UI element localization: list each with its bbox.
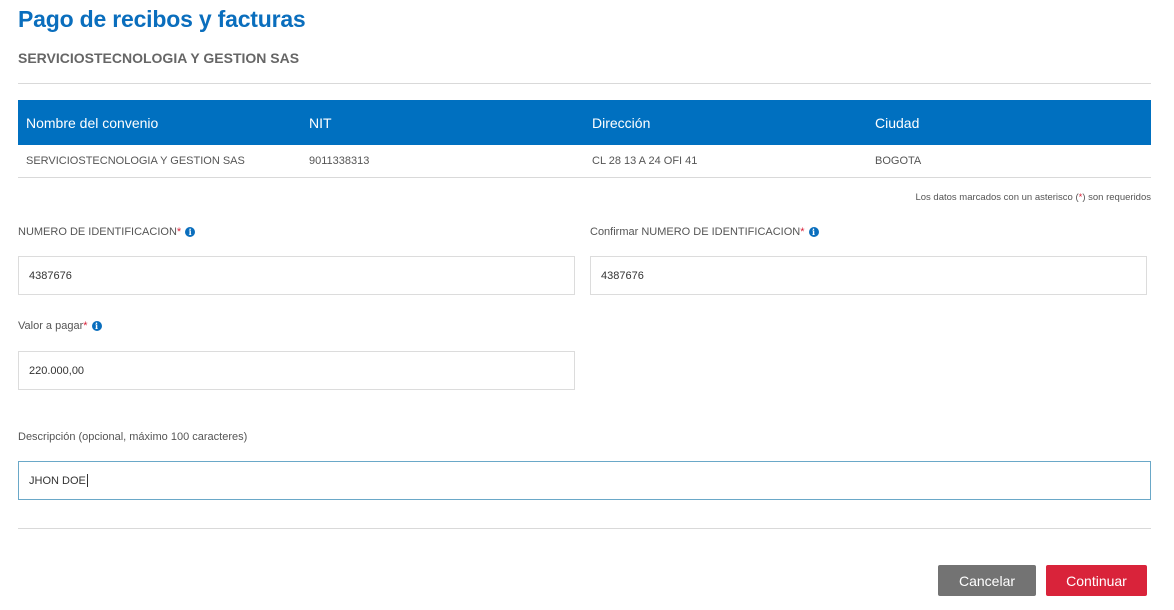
table-header: Nombre del convenio NIT Dirección Ciudad [18, 100, 1151, 145]
info-icon[interactable]: i [91, 321, 102, 331]
cell-address: CL 28 13 A 24 OFI 41 [592, 155, 698, 167]
cancel-button[interactable]: Cancelar [938, 565, 1036, 596]
required-asterisk: * [83, 320, 88, 332]
description-input-value: JHON DOE [29, 474, 86, 487]
column-header-city: Ciudad [875, 114, 920, 131]
text-caret [86, 474, 88, 487]
amount-input[interactable]: 220.000,00 [18, 351, 575, 390]
company-subtitle: SERVICIOSTECNOLOGIA Y GESTION SAS [18, 50, 300, 66]
id-number-input[interactable]: 4387676 [18, 256, 575, 295]
cell-nit: 9011338313 [309, 155, 370, 167]
page-title: Pago de recibos y facturas [18, 6, 306, 32]
column-header-nit: NIT [309, 114, 332, 131]
confirm-id-number-label: Confirmar NUMERO DE IDENTIFICACION * i [590, 226, 819, 238]
required-asterisk: * [176, 226, 182, 238]
column-header-address: Dirección [592, 114, 651, 131]
agreement-table: Nombre del convenio NIT Dirección Ciudad… [18, 100, 1151, 178]
amount-label: Valor a pagar * i [18, 320, 102, 332]
continue-button[interactable]: Continuar [1046, 565, 1147, 596]
divider [18, 528, 1151, 529]
id-number-label: NUMERO DE IDENTIFICACION * i [18, 226, 196, 238]
id-number-label-text: NUMERO DE IDENTIFICACION [18, 226, 177, 238]
required-fields-note: Los datos marcados con un asterisco (*) … [915, 192, 1151, 203]
amount-label-text: Valor a pagar [18, 320, 84, 332]
column-header-agreement-name: Nombre del convenio [26, 114, 159, 131]
info-icon[interactable]: i [808, 227, 819, 237]
required-asterisk: * [800, 226, 805, 238]
confirm-id-number-input[interactable]: 4387676 [590, 256, 1147, 295]
payment-page: Pago de recibos y facturas SERVICIOSTECN… [0, 0, 1174, 610]
required-note-text-after: ) son requeridos [1082, 192, 1151, 203]
confirm-id-number-label-text: Confirmar NUMERO DE IDENTIFICACION [590, 226, 801, 238]
cell-agreement-name: SERVICIOSTECNOLOGIA Y GESTION SAS [26, 155, 245, 167]
table-row: SERVICIOSTECNOLOGIA Y GESTION SAS 901133… [18, 145, 1151, 178]
required-note-text-before: Los datos marcados con un asterisco ( [915, 192, 1079, 203]
description-input[interactable]: JHON DOE [18, 461, 1151, 500]
divider [18, 83, 1151, 84]
description-label: Descripción (opcional, máximo 100 caract… [18, 431, 248, 443]
cell-city: BOGOTA [875, 155, 922, 167]
info-icon[interactable]: i [185, 227, 196, 237]
